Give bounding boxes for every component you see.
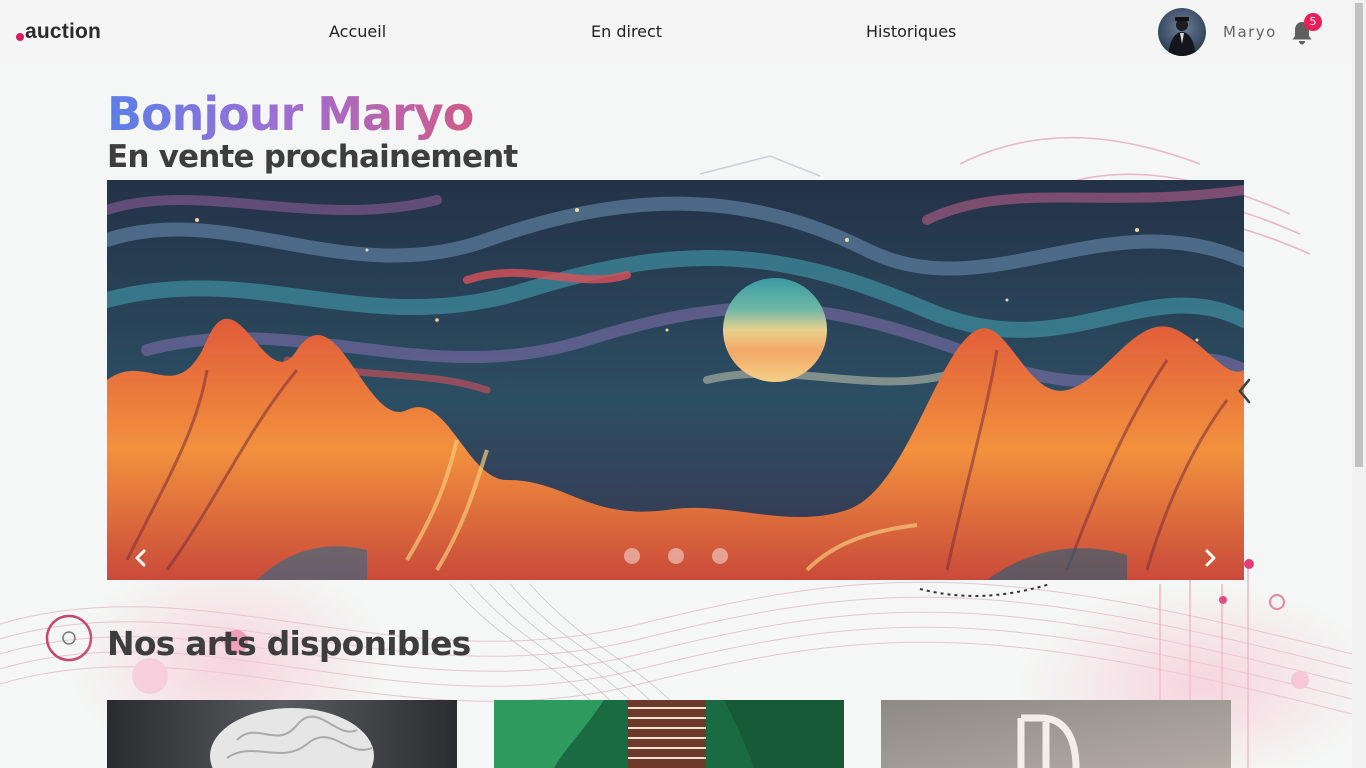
carousel-dot-1[interactable] bbox=[623, 548, 640, 564]
nav-historiques[interactable]: Historiques bbox=[866, 20, 956, 44]
top-navbar: auction Accueil En direct Historiques Ma… bbox=[0, 0, 1352, 64]
logo-text: auction bbox=[25, 20, 102, 43]
available-arts-title: Nos arts disponibles bbox=[107, 624, 471, 663]
art-card-green-abstract[interactable] bbox=[494, 700, 844, 768]
carousel-indicators bbox=[107, 548, 1244, 564]
art-card-sculpture[interactable] bbox=[107, 700, 457, 768]
logo[interactable]: auction bbox=[16, 18, 101, 46]
greeting-title: Bonjour Maryo bbox=[107, 87, 474, 141]
upcoming-carousel[interactable] bbox=[107, 180, 1244, 580]
logo-dot-icon bbox=[16, 33, 24, 41]
nav-en-direct[interactable]: En direct bbox=[591, 20, 662, 44]
nav-accueil[interactable]: Accueil bbox=[329, 20, 386, 44]
scrollbar-thumb[interactable] bbox=[1352, 0, 1366, 470]
user-name[interactable]: Maryo bbox=[1223, 21, 1277, 43]
carousel-slide-artwork bbox=[107, 180, 1244, 580]
art-card-monogram[interactable] bbox=[881, 700, 1231, 768]
upcoming-sales-title: En vente prochainement bbox=[107, 139, 518, 175]
carousel-dot-3[interactable] bbox=[711, 548, 728, 564]
carousel-dot-2[interactable] bbox=[667, 548, 684, 564]
notification-badge: 5 bbox=[1304, 13, 1322, 31]
chevron-left-icon bbox=[1238, 378, 1251, 404]
avatar[interactable] bbox=[1158, 8, 1206, 56]
